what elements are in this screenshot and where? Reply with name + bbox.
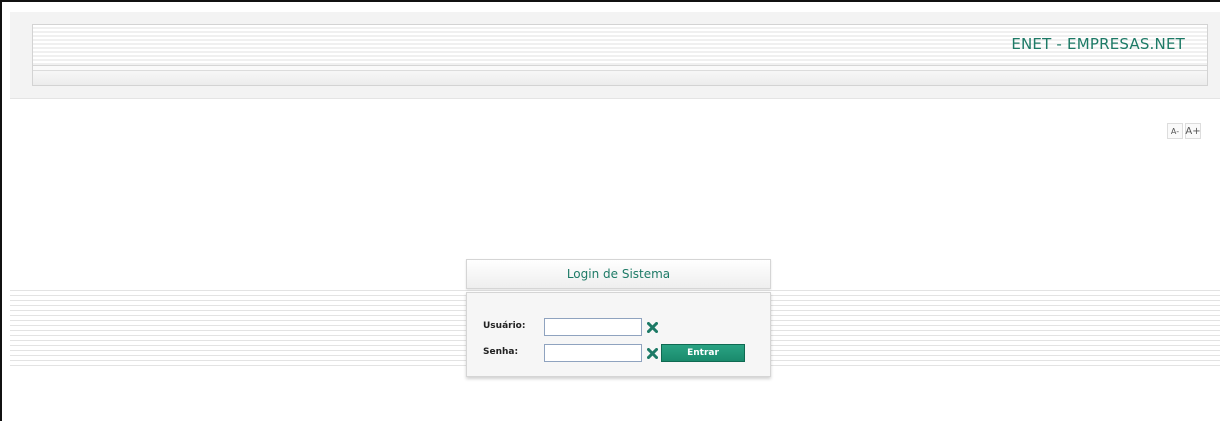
font-increase-button[interactable]: A+ [1185, 123, 1201, 139]
username-input[interactable] [544, 318, 642, 336]
username-label: Usuário: [483, 321, 526, 331]
password-row: Senha: Entrar [467, 343, 770, 363]
password-input[interactable] [544, 344, 642, 362]
enter-button[interactable]: Entrar [661, 344, 745, 362]
page-frame: ENET - EMPRESAS.NET A- A+ Login de Siste… [0, 0, 1220, 421]
site-title: ENET - EMPRESAS.NET [1011, 35, 1185, 53]
login-title: Login de Sistema [566, 267, 671, 281]
header-top: ENET - EMPRESAS.NET [33, 25, 1207, 66]
password-label: Senha: [483, 347, 519, 357]
clear-password-icon[interactable] [645, 344, 659, 362]
header-band: ENET - EMPRESAS.NET [10, 12, 1220, 99]
login-header: Login de Sistema [466, 259, 771, 289]
font-size-controls: A- A+ [1167, 123, 1201, 139]
header-nav-bar [33, 70, 1207, 85]
clear-username-icon[interactable] [645, 318, 659, 336]
login-form: Usuário: Senha: Entrar [466, 292, 771, 377]
username-row: Usuário: [467, 317, 770, 337]
header-box: ENET - EMPRESAS.NET [32, 24, 1208, 86]
font-decrease-button[interactable]: A- [1167, 123, 1183, 139]
